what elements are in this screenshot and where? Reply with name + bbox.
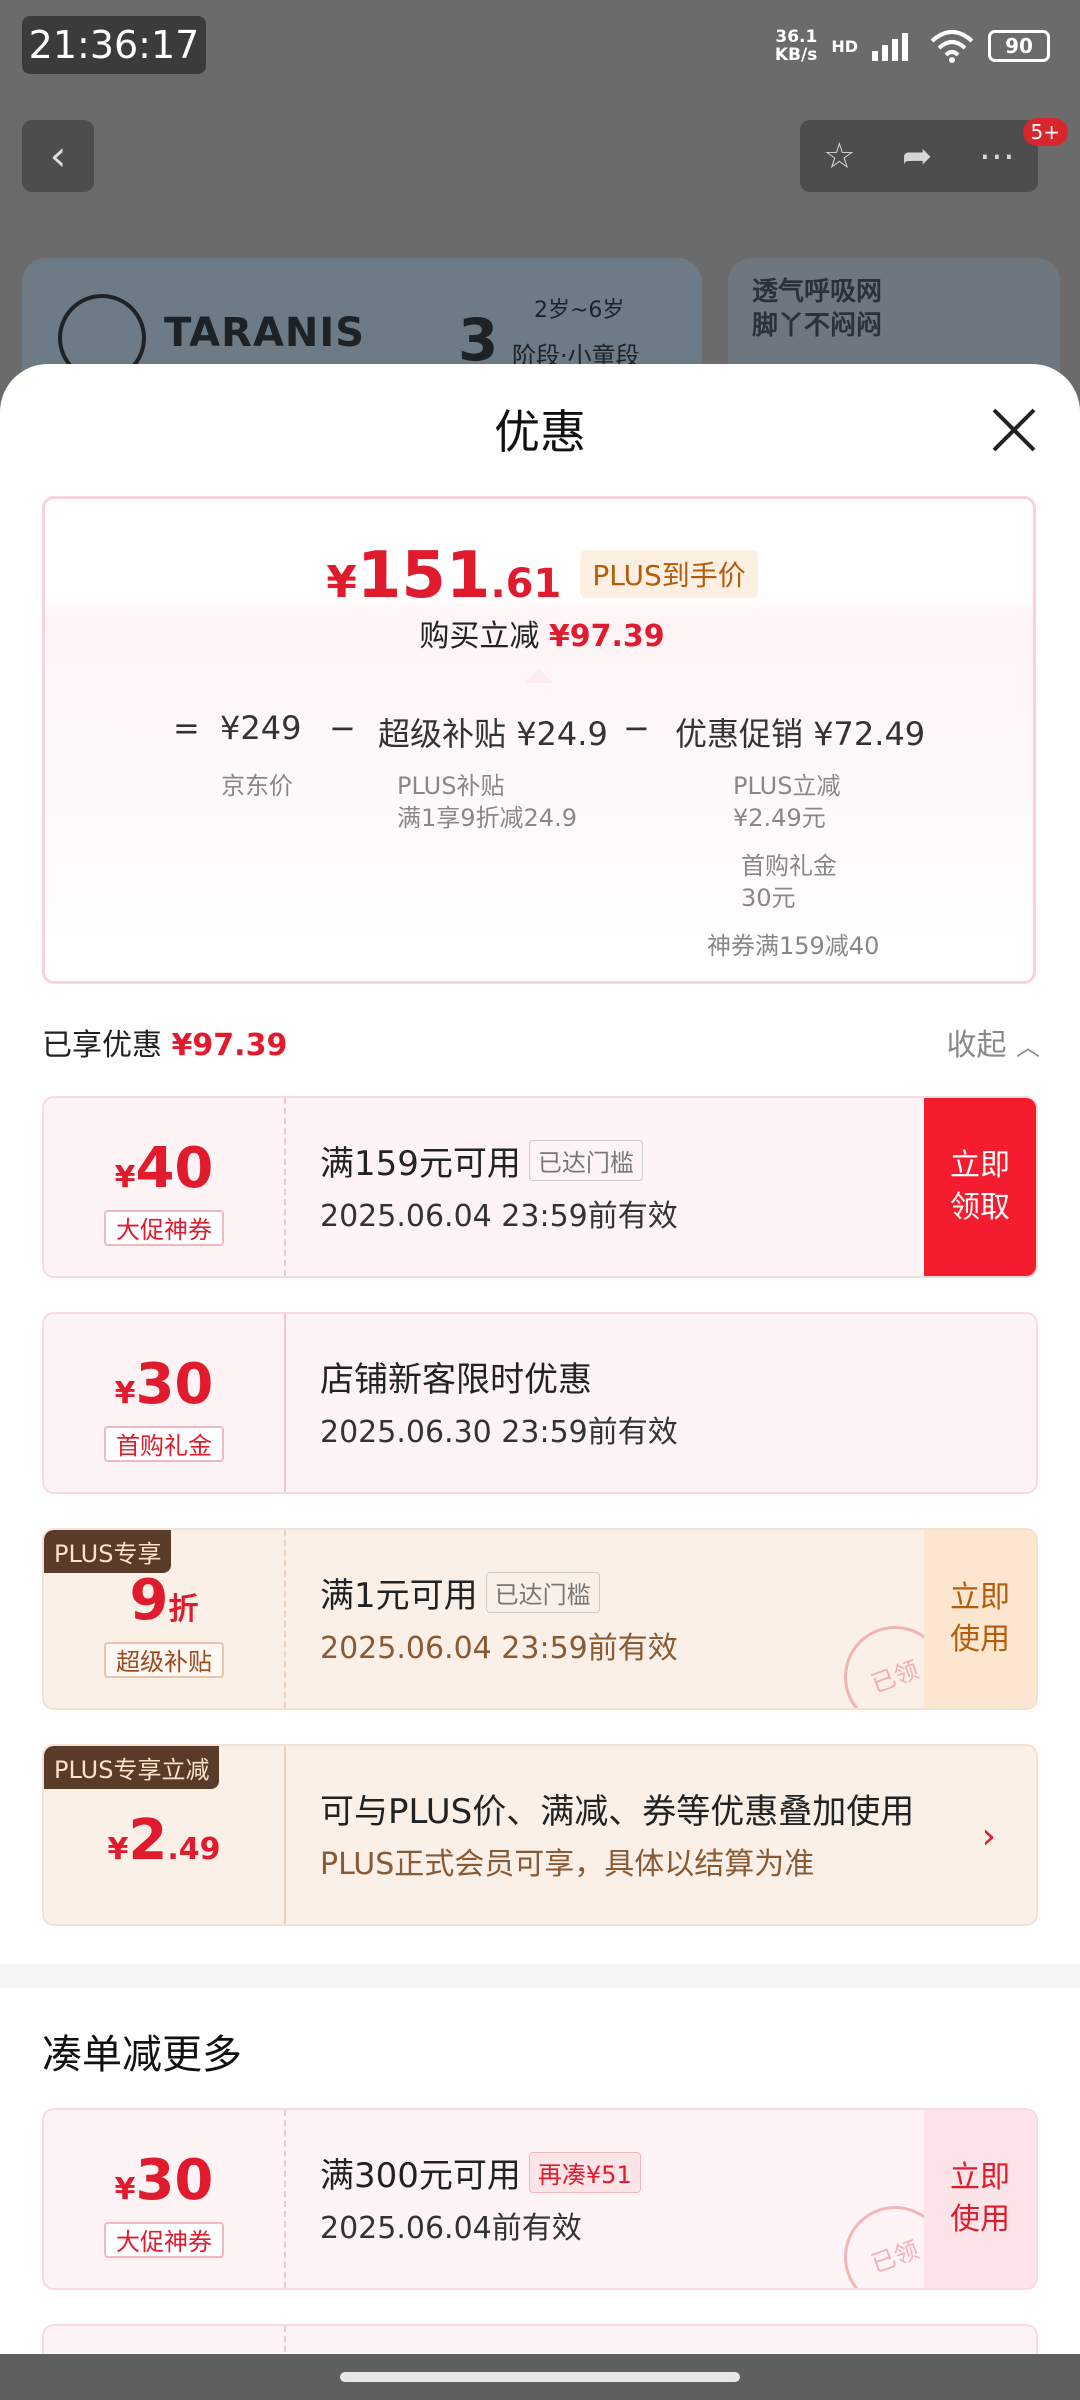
enjoyed-discount: 已享优惠 ¥97.39 <box>42 1028 288 1063</box>
brand-name: TARANIS <box>164 310 366 356</box>
collapse-button[interactable]: 收起 ︿ <box>946 1020 1040 1064</box>
jd-price-label: 京东价 <box>221 772 293 800</box>
nav-actions: ☆ ➦ ⋯ <box>800 120 1038 192</box>
pointer-triangle <box>525 669 553 683</box>
promo-detail-3: 首购礼金 <box>741 852 837 880</box>
coupon-divider <box>284 1746 286 1924</box>
coupon-tag: 大促神券 <box>104 2222 224 2258</box>
section-separator <box>0 1964 1080 1988</box>
promo-detail-5: 神券满159减40 <box>707 932 880 960</box>
coupon-title: 店铺新客限时优惠 <box>320 1360 592 1400</box>
minus-sign: − <box>623 709 650 747</box>
coupon-value: 9折 超级补贴 <box>44 1530 284 1708</box>
coupon-title: 可与PLUS价、满减、券等优惠叠加使用 <box>320 1792 915 1832</box>
claim-button[interactable]: 立即领取 <box>924 1098 1036 1276</box>
coupon-card: ¥30 首购礼金 店铺新客限时优惠 2025.06.30 23:59前有效 <box>42 1312 1038 1494</box>
subsidy-detail-1: PLUS补贴 <box>397 772 505 800</box>
message-badge: 5+ <box>1022 118 1068 146</box>
coupon-value: ¥30 首购礼金 <box>44 1314 284 1492</box>
more-section-title: 凑单减更多 <box>42 2032 242 2078</box>
final-price: ¥151.61 PLUS到手价 <box>45 539 1039 613</box>
jd-price: ¥249 <box>220 709 302 747</box>
price-decimal: .61 <box>490 561 562 607</box>
instant-discount-value: ¥97.39 <box>548 619 665 654</box>
coupon-expiry: 2025.06.30 23:59前有效 <box>320 1415 678 1450</box>
status-time: 21:36:17 <box>22 16 206 74</box>
threshold-badge: 已达门槛 <box>528 1140 643 1181</box>
stage-age: 2岁~6岁 <box>534 298 625 323</box>
product-top-nav: ‹ ☆ ➦ ⋯ 5+ <box>0 118 1080 194</box>
plus-price-tag: PLUS到手价 <box>580 550 758 598</box>
banner-text-2: 脚丫不闷闷 <box>752 311 883 341</box>
coupon-divider <box>284 1314 286 1492</box>
coupon-title: 满1元可用 已达门槛 <box>320 1568 896 1617</box>
coupon-expiry: 2025.06.04 23:59前有效 <box>320 1631 678 1666</box>
sheet-title: 优惠 <box>494 405 586 459</box>
coupon-divider <box>284 1530 286 1708</box>
add-more-badge: 再凑¥51 <box>528 2152 641 2193</box>
subsidy-detail-2: 满1享9折减24.9 <box>397 804 577 832</box>
coupon-body: 可与PLUS价、满减、券等优惠叠加使用 PLUS正式会员可享，具体以结算为准 <box>320 1784 956 1883</box>
chevron-up-icon: ︿ <box>1016 1033 1040 1061</box>
coupon-title: 满159元可用 已达门槛 <box>320 1136 896 1185</box>
use-button[interactable]: 立即使用 <box>924 1530 1036 1708</box>
price-integer: 151 <box>356 539 491 613</box>
coupon-card-plus-reduction[interactable]: PLUS专享立减 ¥2.49 可与PLUS价、满减、券等优惠叠加使用 PLUS正… <box>42 1744 1038 1926</box>
close-icon[interactable] <box>988 404 1040 456</box>
coupon-tag: 首购礼金 <box>104 1426 224 1462</box>
coupon-divider <box>284 1098 286 1276</box>
home-indicator[interactable] <box>340 2372 740 2382</box>
signal-icon <box>872 33 908 61</box>
price-breakdown: ¥151.61 PLUS到手价 购买立减 ¥97.39 = ¥249 − 超级补… <box>42 496 1036 984</box>
network-speed: 36.1 KB/s <box>774 27 818 65</box>
coupon-note: PLUS正式会员可享，具体以结算为准 <box>320 1847 815 1882</box>
status-icons: 36.1 KB/s HD 90 <box>775 28 1050 64</box>
coupon-body: 满159元可用 已达门槛 2025.06.04 23:59前有效 <box>320 1136 896 1235</box>
status-bar: 21:36:17 36.1 KB/s HD 90 <box>0 0 1080 100</box>
coupon-tag: 超级补贴 <box>104 1642 224 1678</box>
battery-icon: 90 <box>988 30 1050 62</box>
promo-detail-4: 30元 <box>741 884 796 912</box>
star-icon[interactable]: ☆ <box>823 136 855 177</box>
coupon-expiry: 2025.06.04前有效 <box>320 2211 582 2246</box>
more-icon[interactable]: ⋯ <box>979 136 1015 177</box>
promo-detail-2: ¥2.49元 <box>733 804 826 832</box>
coupon-body: 满1元可用 已达门槛 2025.06.04 23:59前有效 <box>320 1568 896 1667</box>
chevron-right-icon: › <box>981 1816 996 1857</box>
coupon-title: 满300元可用 再凑¥51 <box>320 2148 896 2197</box>
coupon-body: 满300元可用 再凑¥51 2025.06.04前有效 <box>320 2148 896 2247</box>
minus-sign: − <box>329 709 356 747</box>
coupon-card: ¥30 大促神券 满300元可用 再凑¥51 2025.06.04前有效 已领 立… <box>42 2108 1038 2290</box>
wifi-icon <box>930 30 974 63</box>
share-icon[interactable]: ➦ <box>902 136 932 177</box>
hd-icon: HD <box>831 36 858 56</box>
promo-detail-1: PLUS立减 <box>733 772 841 800</box>
enjoyed-discount-value: ¥97.39 <box>171 1028 288 1063</box>
coupon-tag: 大促神券 <box>104 1210 224 1246</box>
promo-item: 优惠促销 ¥72.49 <box>675 715 926 753</box>
coupon-expiry: 2025.06.04 23:59前有效 <box>320 1199 678 1234</box>
coupon-body: 店铺新客限时优惠 2025.06.30 23:59前有效 <box>320 1352 896 1451</box>
coupon-divider <box>284 2110 286 2288</box>
equals-sign: = <box>173 709 200 747</box>
subsidy-item: 超级补贴 ¥24.9 <box>378 715 608 753</box>
coupon-card: ¥40 大促神券 满159元可用 已达门槛 2025.06.04 23:59前有效… <box>42 1096 1038 1278</box>
coupon-card-plus: PLUS专享 9折 超级补贴 满1元可用 已达门槛 2025.06.04 23:5… <box>42 1528 1038 1710</box>
coupon-value: ¥2.49 <box>107 1808 221 1873</box>
instant-discount: 购买立减 ¥97.39 <box>419 619 665 654</box>
discount-sheet: 优惠 ¥151.61 PLUS到手价 购买立减 ¥97.39 = ¥249 − … <box>0 364 1080 2400</box>
gesture-bar <box>0 2354 1080 2400</box>
coupon-value: ¥30 大促神券 <box>44 2110 284 2288</box>
use-button[interactable]: 立即使用 <box>924 2110 1036 2288</box>
threshold-badge: 已达门槛 <box>485 1572 600 1613</box>
banner-text-1: 透气呼吸网 <box>752 277 883 307</box>
chevron-left-icon: ‹ <box>49 131 67 180</box>
back-button[interactable]: ‹ <box>22 120 94 192</box>
coupon-value: ¥40 大促神券 <box>44 1098 284 1276</box>
